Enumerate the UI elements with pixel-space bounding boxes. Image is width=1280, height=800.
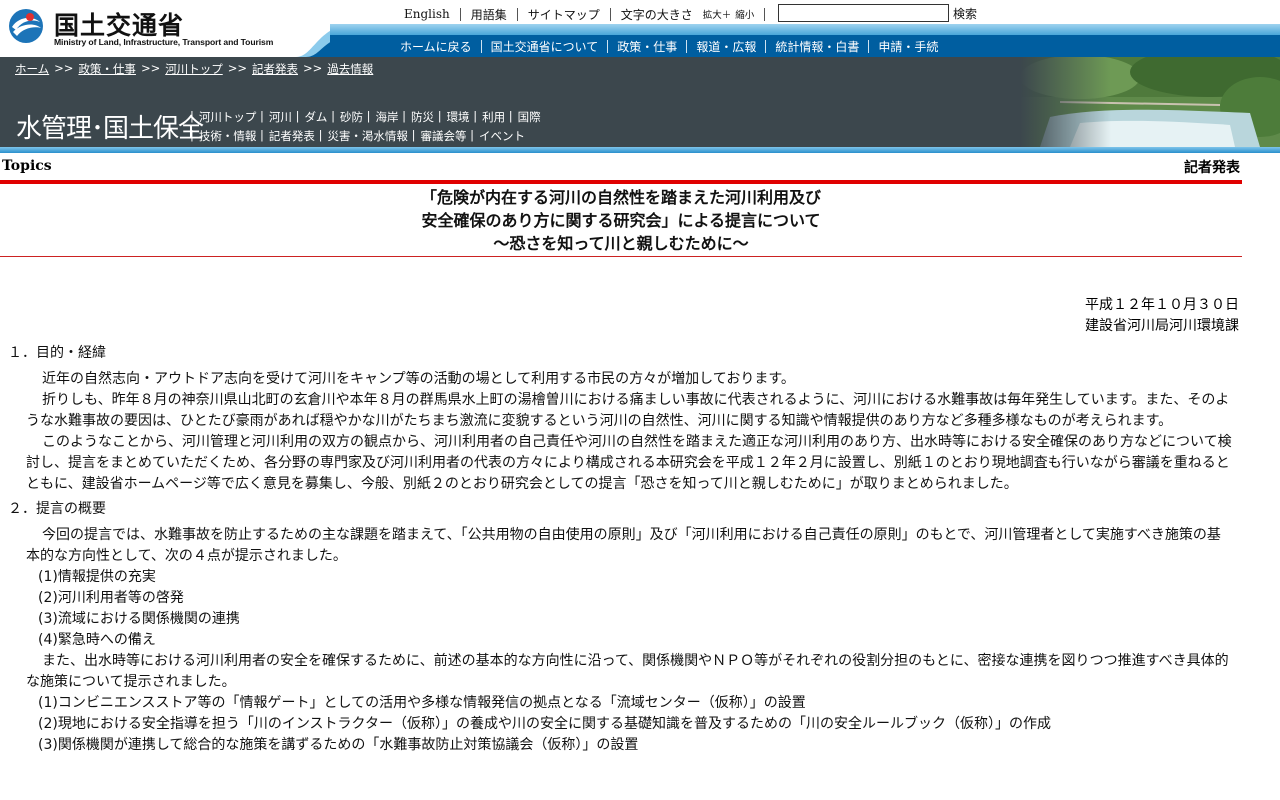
list-item: (2)現地における安全指導を担う「川のインストラクター（仮称）」の養成や川の安全… — [38, 716, 1051, 732]
river-photo — [1020, 57, 1280, 147]
list-item: (4)緊急時への備え — [38, 632, 156, 648]
issuing-office: 建設省河川局河川環境課 — [1085, 318, 1239, 334]
list-item: (2)河川利用者等の啓発 — [38, 590, 184, 606]
english-link[interactable]: English — [404, 7, 450, 21]
subnav-councils[interactable]: 審議会等 — [420, 128, 466, 144]
title-underline — [0, 256, 1242, 257]
site-header: 国土交通省 Ministry of Land, Infrastructure, … — [0, 0, 1280, 57]
global-nav: ホームに戻る 国土交通省について 政策・仕事 報道・広報 統計情報・白書 申請・… — [400, 35, 938, 57]
nav-applications[interactable]: 申請・手続 — [878, 38, 938, 55]
nav-about[interactable]: 国土交通省について — [491, 38, 599, 55]
topics-header: Topics 記者発表 — [0, 156, 1242, 180]
font-size-label: 文字の大きさ — [620, 7, 693, 22]
subnav-coast[interactable]: 海岸 — [376, 109, 399, 125]
ministry-emblem-icon — [9, 9, 43, 43]
banner-bottom-stripe — [0, 147, 1280, 153]
subnav-river[interactable]: 河川 — [269, 109, 292, 125]
paragraph: また、出水時等における河川利用者の安全を確保するために、前述の基本的な方向性に沿… — [26, 653, 1229, 690]
section-heading: １．目的・経緯 — [8, 345, 106, 361]
breadcrumb: ホーム >> 政策・仕事 >> 河川トップ >> 記者発表 >> 過去情報 — [15, 61, 373, 77]
subnav-row-2: | 技術・情報 | 記者発表 | 災害・渇水情報 | 審議会等 | イベント — [190, 128, 525, 144]
title-line: ～恐さを知って川と親しむために～ — [493, 234, 749, 253]
section-heading: ２．提言の概要 — [8, 501, 106, 517]
title-line: 「危険が内在する河川の自然性を踏まえた河川利用及び — [420, 188, 821, 207]
nav-policy[interactable]: 政策・仕事 — [617, 38, 677, 55]
breadcrumb-river-top[interactable]: 河川トップ — [165, 61, 223, 77]
search-button[interactable]: 検索 — [953, 5, 977, 22]
nav-press[interactable]: 報道・広報 — [696, 38, 756, 55]
topics-category: 記者発表 — [1184, 160, 1240, 176]
logo-english-text: Ministry of Land, Infrastructure, Transp… — [54, 37, 274, 47]
ministry-logo[interactable]: 国土交通省 Ministry of Land, Infrastructure, … — [8, 6, 298, 50]
subnav-usage[interactable]: 利用 — [482, 109, 505, 125]
divider — [459, 7, 461, 21]
glossary-link[interactable]: 用語集 — [471, 6, 507, 23]
nav-gradient — [330, 24, 1280, 35]
breadcrumb-separator: >> — [303, 61, 323, 75]
topics-label: Topics — [2, 158, 52, 174]
subnav-technology[interactable]: 技術・情報 — [199, 128, 257, 144]
list-item: (1)コンビニエンスストア等の「情報ゲート」としての活用や多様な情報発信の拠点と… — [38, 695, 806, 711]
utility-links: English 用語集 サイトマップ 文字の大きさ 拡大＋ 縮小 — [404, 4, 775, 24]
issue-date: 平成１２年１０月３０日 — [1085, 297, 1239, 313]
sitemap-link[interactable]: サイトマップ — [528, 6, 600, 23]
breadcrumb-policy[interactable]: 政策・仕事 — [78, 61, 136, 77]
divider — [686, 39, 688, 53]
paragraph: このようなことから、河川管理と河川利用の双方の観点から、河川利用者の自己責任や河… — [26, 434, 1232, 492]
list-item: (1)情報提供の充実 — [38, 569, 156, 585]
divider — [609, 7, 611, 21]
search-input[interactable] — [778, 4, 949, 22]
divider — [516, 7, 518, 21]
divider — [480, 39, 482, 53]
subnav-row-1: | 河川トップ | 河川 | ダム | 砂防 | 海岸 | 防災 | 環境 | 利用 | 国際 — [190, 109, 541, 125]
subnav-disaster-prevention[interactable]: 防災 — [411, 109, 434, 125]
breadcrumb-archive[interactable]: 過去情報 — [327, 61, 373, 77]
section-title: 水管理･国土保全 — [16, 114, 204, 144]
breadcrumb-separator: >> — [227, 61, 247, 75]
section-banner: ホーム >> 政策・仕事 >> 河川トップ >> 記者発表 >> 過去情報 水管… — [0, 57, 1280, 147]
breadcrumb-home[interactable]: ホーム — [15, 61, 49, 77]
breadcrumb-press[interactable]: 記者発表 — [252, 61, 298, 77]
breadcrumb-separator: >> — [54, 61, 74, 75]
title-line: 安全確保のあり方に関する研究会」による提言について — [421, 211, 821, 230]
breadcrumb-separator: >> — [140, 61, 161, 75]
list-item: (3)流域における関係機関の連携 — [38, 611, 240, 627]
nav-home[interactable]: ホームに戻る — [400, 38, 472, 55]
paragraph: 近年の自然志向・アウトドア志向を受けて河川をキャンプ等の活動の場として利用する市… — [42, 371, 795, 387]
nav-statistics[interactable]: 統計情報・白書 — [775, 38, 859, 55]
issue-info: 平成１２年１０月３０日 建設省河川局河川環境課 — [1085, 295, 1239, 337]
font-enlarge-button[interactable]: 拡大＋ — [703, 7, 732, 21]
paragraph: 折りしも、昨年８月の神奈川県山北町の玄倉川や本年８月の群馬県水上町の湯檜曽川にお… — [26, 392, 1230, 429]
page-title: 「危険が内在する河川の自然性を踏まえた河川利用及び 安全確保のあり方に関する研究… — [0, 186, 1242, 255]
subnav-dam[interactable]: ダム — [304, 109, 327, 125]
font-shrink-button[interactable]: 縮小 — [735, 7, 754, 21]
article-body: １．目的・経緯 近年の自然志向・アウトドア志向を受けて河川をキャンプ等の活動の場… — [8, 343, 1233, 756]
subnav-river-top[interactable]: 河川トップ — [199, 109, 257, 125]
subnav-events[interactable]: イベント — [479, 128, 525, 144]
subnav-environment[interactable]: 環境 — [447, 109, 470, 125]
list-item: (3)関係機関が連携して総合的な施策を講ずるための「水難事故防止対策協議会（仮称… — [38, 737, 639, 753]
divider — [607, 39, 609, 53]
subnav-sabo[interactable]: 砂防 — [340, 109, 363, 125]
subnav-international[interactable]: 国際 — [518, 109, 541, 125]
divider — [868, 39, 870, 53]
divider — [764, 7, 766, 21]
divider — [765, 39, 767, 53]
title-rule — [0, 180, 1242, 184]
subnav-disaster-info[interactable]: 災害・渇水情報 — [327, 128, 408, 144]
paragraph: 今回の提言では、水難事故を防止するための主な課題を踏まえて、「公共用物の自由使用… — [26, 527, 1221, 564]
subnav-press[interactable]: 記者発表 — [269, 128, 315, 144]
